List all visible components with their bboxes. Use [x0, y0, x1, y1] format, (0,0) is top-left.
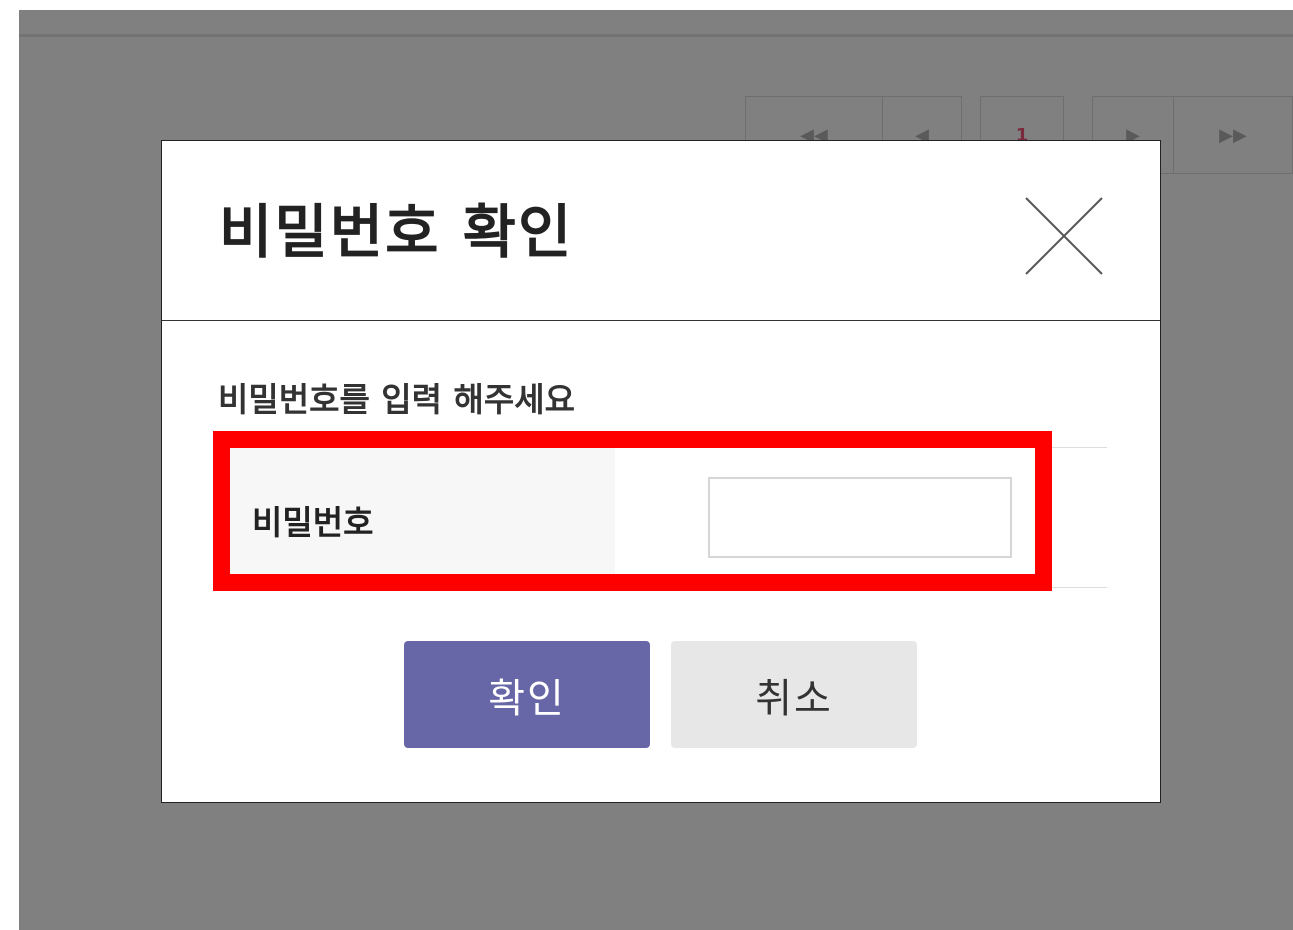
header-divider: [19, 34, 1293, 37]
password-input[interactable]: [708, 477, 1012, 558]
password-confirm-dialog: 비밀번호 확인 비밀번호를 입력 해주세요 비밀번호 확인 취소: [161, 140, 1161, 803]
close-button[interactable]: [1022, 196, 1106, 276]
dialog-header: 비밀번호 확인: [162, 141, 1160, 321]
confirm-button[interactable]: 확인: [404, 641, 650, 748]
password-label: 비밀번호: [252, 503, 374, 542]
double-chevron-right-icon: ▶▶: [1219, 124, 1247, 146]
password-form-row: 비밀번호: [228, 447, 1107, 588]
cancel-button[interactable]: 취소: [671, 641, 917, 748]
dialog-title: 비밀번호 확인: [219, 198, 574, 266]
password-prompt: 비밀번호를 입력 해주세요: [218, 380, 575, 419]
password-label-cell: 비밀번호: [228, 448, 615, 587]
close-icon: [1025, 197, 1103, 275]
page: ◀◀ ◀ 1 ▶ ▶▶ 비밀번호 확인 비밀번호를 입력 해주세요 비밀번호 확…: [0, 0, 1293, 930]
last-page-button[interactable]: ▶▶: [1173, 96, 1293, 174]
